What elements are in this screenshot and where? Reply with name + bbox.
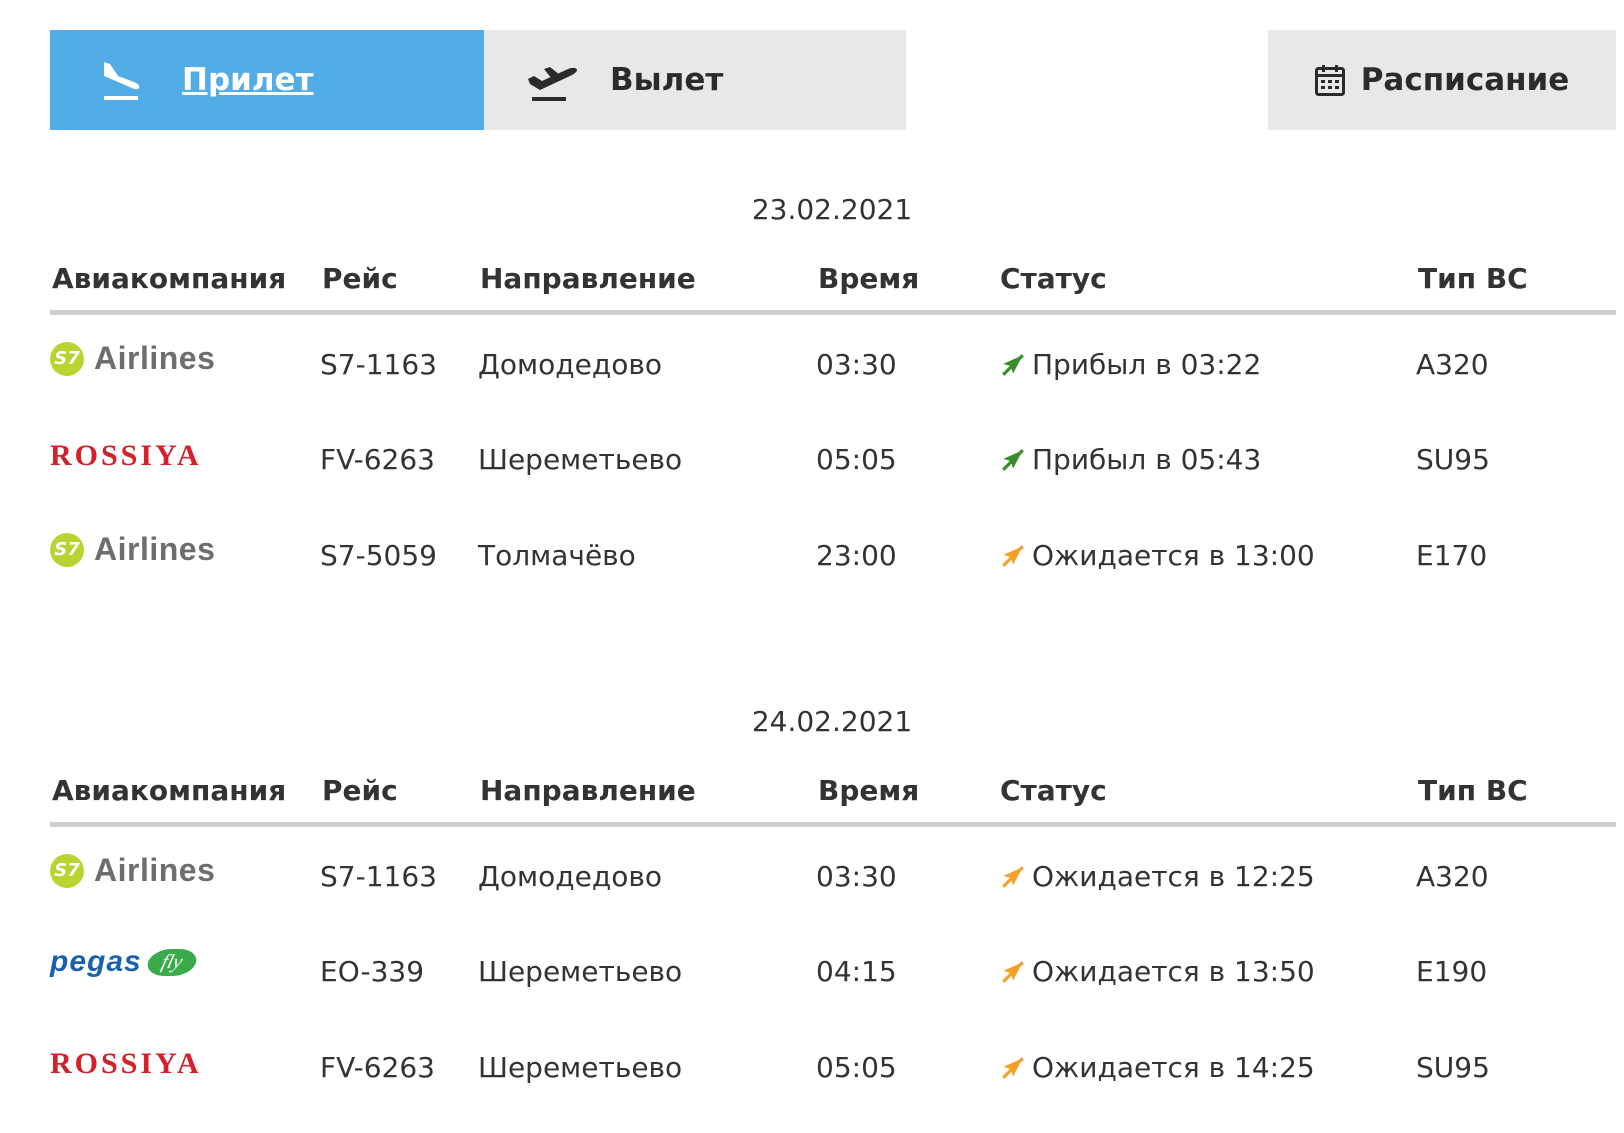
flight-direction: Шереметьево	[478, 1051, 683, 1084]
airline-logo-rossiya: ROSSIYA	[50, 1047, 202, 1080]
s7-badge: S7	[50, 341, 84, 376]
calendar-icon	[1314, 65, 1345, 96]
pegas-logo-text: pegas	[50, 945, 142, 978]
s7-badge: S7	[50, 853, 84, 888]
plane-expected-icon	[1002, 544, 1024, 567]
flight-status: Ожидается в 14:25	[1000, 1051, 1315, 1084]
airline-logo-rossiya: ROSSIYA	[50, 439, 202, 472]
table-row[interactable]: ROSSIYA FV-6263 Шереметьево 05:05 Ожидае…	[50, 1033, 1616, 1133]
flight-number: S7-5059	[320, 539, 437, 572]
header-direction: Направление	[480, 774, 696, 807]
flight-status-text: Ожидается в 12:25	[1032, 860, 1315, 893]
flight-time: 05:05	[816, 1051, 897, 1084]
flight-number: FV-6263	[320, 443, 435, 476]
flight-number: FV-6263	[320, 1051, 435, 1084]
s7-logo-text: Airlines	[94, 852, 216, 888]
section-date: 24.02.2021	[751, 705, 913, 738]
header-direction: Направление	[480, 262, 696, 295]
flight-time: 04:15	[816, 955, 897, 988]
flight-direction: Шереметьево	[478, 443, 683, 476]
flight-number: EO-339	[320, 955, 425, 988]
flight-status-text: Прибыл в 03:22	[1032, 348, 1262, 381]
aircraft-type: A320	[1416, 348, 1489, 381]
flight-direction: Домодедово	[478, 860, 662, 893]
flight-status-text: Ожидается в 13:50	[1032, 955, 1315, 988]
table-row[interactable]: S7 Airlines S7-1163 Домодедово 03:30 При…	[50, 330, 1616, 430]
s7-logo-text: Airlines	[94, 531, 216, 567]
header-airline: Авиакомпания	[52, 262, 287, 295]
flight-time: 03:30	[816, 860, 897, 893]
flight-number: S7-1163	[320, 348, 437, 381]
flight-status-text: Ожидается в 13:00	[1032, 539, 1315, 572]
s7-logo-text: Airlines	[94, 340, 216, 376]
section-date: 23.02.2021	[751, 193, 913, 226]
header-airline: Авиакомпания	[52, 774, 287, 807]
table-row[interactable]: S7 Airlines S7-5059 Толмачёво 23:00 Ожид…	[50, 521, 1616, 621]
airline-logo-s7: S7 Airlines	[50, 852, 215, 889]
flight-status: Прибыл в 03:22	[1000, 348, 1261, 381]
table-row[interactable]: S7 Airlines S7-1163 Домодедово 03:30 Ожи…	[50, 842, 1616, 942]
header-divider	[50, 310, 1616, 315]
schedule-label: Расписание	[1360, 62, 1570, 98]
flight-status: Прибыл в 05:43	[1000, 443, 1261, 476]
header-divider	[50, 822, 1616, 827]
flight-direction: Шереметьево	[478, 955, 683, 988]
header-flight: Рейс	[322, 774, 398, 807]
aircraft-type: SU95	[1416, 443, 1490, 476]
airline-logo-pegas: pegas fly	[50, 945, 200, 979]
airline-logo-s7: S7 Airlines	[50, 340, 215, 377]
plane-expected-icon	[1002, 1056, 1024, 1079]
tab-arrival[interactable]: Прилет	[50, 30, 484, 130]
header-time: Время	[818, 774, 920, 807]
aircraft-type: A320	[1416, 860, 1489, 893]
header-status: Статус	[1000, 774, 1107, 807]
header-status: Статус	[1000, 262, 1107, 295]
flight-time: 23:00	[816, 539, 897, 572]
table-row[interactable]: ROSSIYA FV-6263 Шереметьево 05:05 Прибыл…	[50, 425, 1616, 525]
flight-status: Ожидается в 13:50	[1000, 955, 1315, 988]
aircraft-type: E190	[1416, 955, 1488, 988]
pegas-fly-badge: fly	[144, 948, 200, 976]
s7-badge: S7	[50, 532, 84, 567]
plane-arrived-icon	[1002, 448, 1024, 471]
header-flight: Рейс	[322, 262, 398, 295]
header-time: Время	[818, 262, 920, 295]
flight-number: S7-1163	[320, 860, 437, 893]
flight-status-text: Ожидается в 14:25	[1032, 1051, 1315, 1084]
schedule-button[interactable]: Расписание	[1268, 30, 1616, 130]
flight-direction: Толмачёво	[478, 539, 636, 572]
flight-direction: Домодедово	[478, 348, 662, 381]
plane-expected-icon	[1002, 865, 1024, 888]
aircraft-type: SU95	[1416, 1051, 1490, 1084]
flight-status: Ожидается в 13:00	[1000, 539, 1315, 572]
header-aircraft: Тип ВС	[1418, 774, 1528, 807]
flight-status: Ожидается в 12:25	[1000, 860, 1315, 893]
flight-status-text: Прибыл в 05:43	[1032, 443, 1262, 476]
airline-logo-s7: S7 Airlines	[50, 531, 215, 568]
tab-arrival-label: Прилет	[182, 62, 314, 98]
header-aircraft: Тип ВС	[1418, 262, 1528, 295]
tab-departure-label: Вылет	[610, 62, 724, 98]
flight-time: 05:05	[816, 443, 897, 476]
plane-arrived-icon	[1002, 353, 1024, 376]
aircraft-type: E170	[1416, 539, 1488, 572]
table-row[interactable]: pegas fly EO-339 Шереметьево 04:15 Ожида…	[50, 937, 1616, 1037]
flight-time: 03:30	[816, 348, 897, 381]
plane-expected-icon	[1002, 960, 1024, 983]
plane-landing-icon	[104, 62, 140, 100]
plane-takeoff-icon	[528, 67, 577, 101]
tab-departure[interactable]: Вылет	[484, 30, 906, 130]
